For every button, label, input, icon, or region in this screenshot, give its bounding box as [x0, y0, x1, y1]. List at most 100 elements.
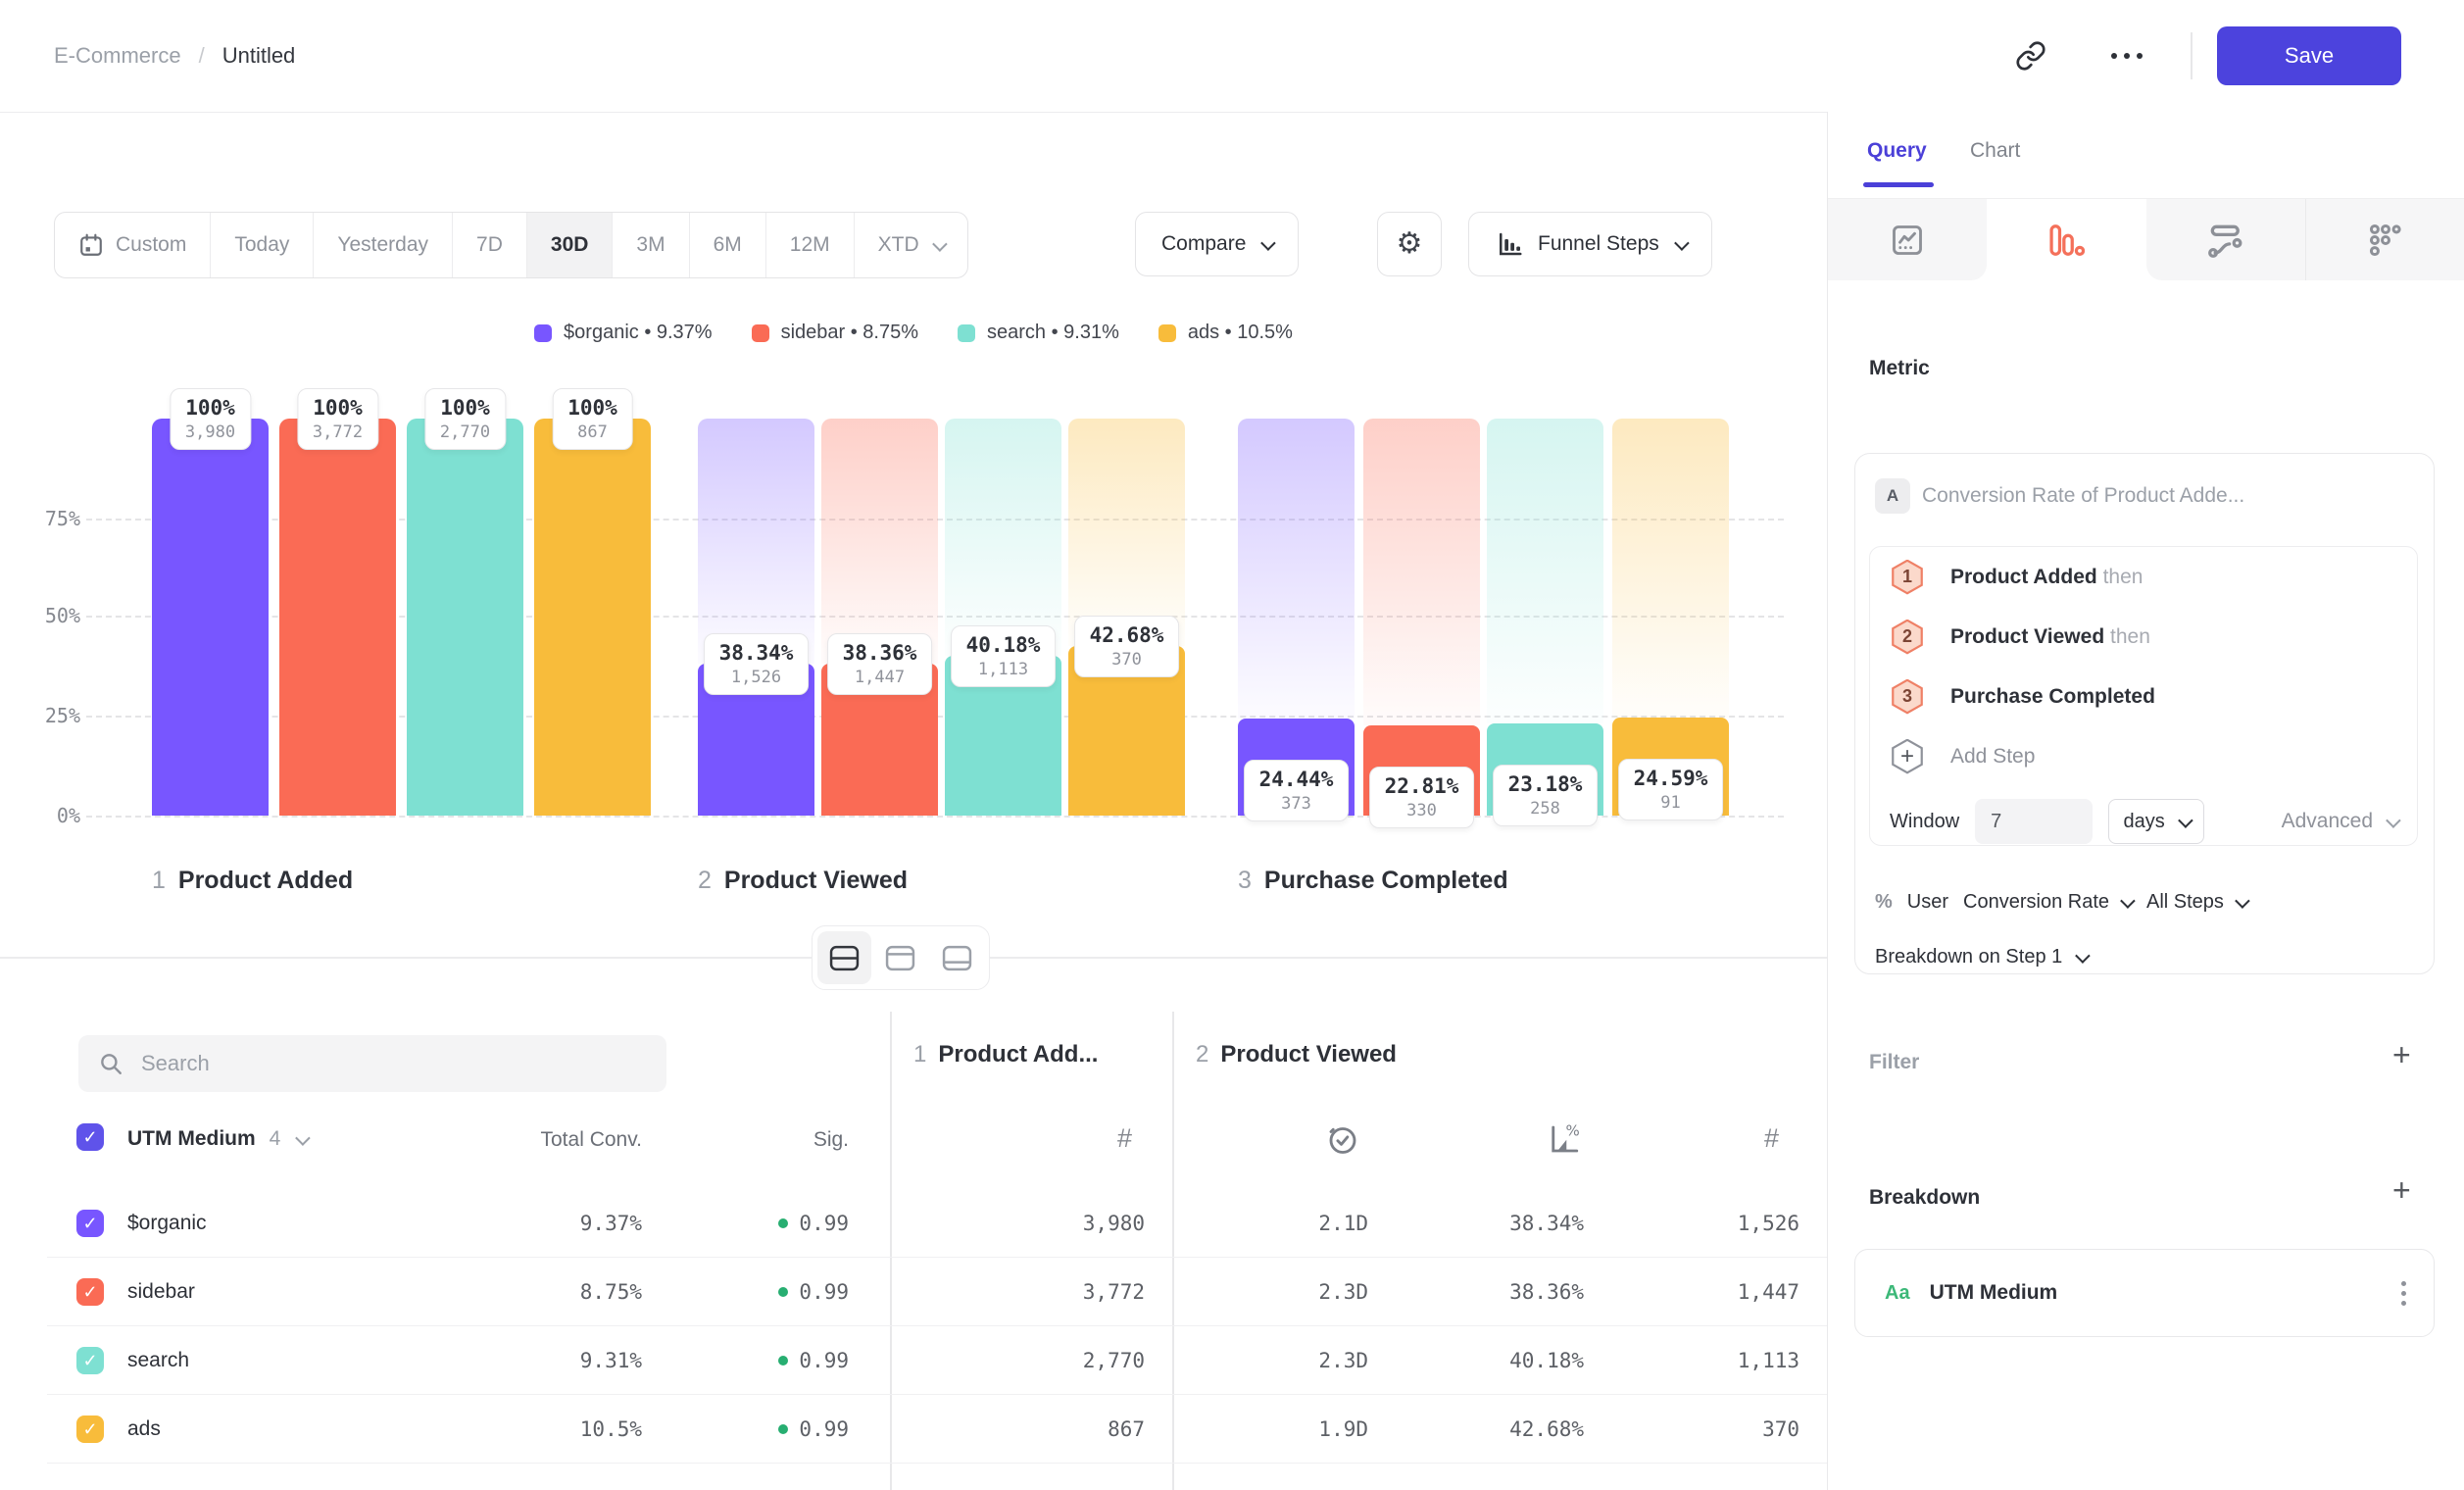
date-range-30d[interactable]: 30D: [527, 213, 614, 277]
group-by-label[interactable]: UTM Medium: [127, 1127, 256, 1151]
significance-number: 0.99: [799, 1349, 849, 1372]
y-axis-tick: 25%: [20, 704, 80, 727]
chart-type-label: Funnel Steps: [1538, 232, 1659, 256]
significance-value: 0.99: [686, 1258, 849, 1326]
chart-type-button[interactable]: Funnel Steps: [1468, 212, 1712, 276]
row-checkbox[interactable]: ✓: [76, 1416, 104, 1443]
legend-label: sidebar • 8.75%: [781, 322, 918, 344]
date-range-7d[interactable]: 7D: [453, 213, 527, 277]
table-row-ads[interactable]: ✓ads10.5%0.998671.9D42.68%370: [0, 1395, 1827, 1464]
date-range-xtd[interactable]: XTD: [855, 213, 967, 277]
significance-number: 0.99: [799, 1212, 849, 1235]
breadcrumb-report-title[interactable]: Untitled: [222, 43, 296, 69]
significance-number: 0.99: [799, 1417, 849, 1441]
funnel-ghost-bar: [1363, 419, 1480, 725]
table-row-sidebar[interactable]: ✓sidebar8.75%0.993,7722.3D38.36%1,447: [0, 1258, 1827, 1326]
funnel-bar-organic-step1[interactable]: [152, 419, 269, 816]
row-checkbox[interactable]: ✓: [76, 1210, 104, 1237]
steps-scope-dropdown[interactable]: All Steps: [2146, 891, 2246, 914]
tab-chart[interactable]: Chart: [1970, 139, 2020, 163]
table-group-header: ✓ UTM Medium 4 Total Conv. Sig.: [0, 1106, 1827, 1188]
share-link-icon[interactable]: [2011, 36, 2050, 75]
chevron-down-icon: [2235, 893, 2250, 909]
step-axis-label: 2Product Viewed: [698, 867, 908, 895]
table-row-search[interactable]: ✓search9.31%0.992,7702.3D40.18%1,113: [0, 1326, 1827, 1395]
table-row-organic[interactable]: ✓$organic9.37%0.993,9802.1D38.34%1,526: [0, 1189, 1827, 1258]
select-all-checkbox[interactable]: ✓: [76, 1123, 104, 1151]
tab-retention[interactable]: [2306, 199, 2464, 280]
add-filter-button[interactable]: +: [2392, 1039, 2411, 1070]
metric-title[interactable]: Conversion Rate of Product Adde...: [1922, 484, 2402, 508]
row-checkbox[interactable]: ✓: [76, 1278, 104, 1306]
add-breakdown-button[interactable]: +: [2392, 1174, 2411, 1206]
bar-value-label: 100%3,772: [297, 388, 378, 450]
measurement-dropdown[interactable]: Conversion Rate: [1963, 891, 2132, 914]
date-range-3m[interactable]: 3M: [613, 213, 689, 277]
layout-toggle-group: [812, 925, 990, 990]
tab-funnels[interactable]: [1987, 199, 2145, 280]
legend-item-sidebar[interactable]: sidebar • 8.75%: [752, 322, 918, 344]
date-range-12m[interactable]: 12M: [766, 213, 855, 277]
table-search[interactable]: [78, 1035, 666, 1092]
tab-insights[interactable]: [1828, 199, 1987, 280]
advanced-toggle[interactable]: Advanced: [2282, 810, 2397, 833]
bar-percent: 42.68%: [1090, 623, 1164, 647]
chevron-down-icon[interactable]: [295, 1130, 311, 1146]
layout-table-only-button[interactable]: [930, 931, 984, 984]
funnel-bar-sidebar-step1[interactable]: [279, 419, 396, 816]
top-bar: E-Commerce / Untitled Save: [0, 0, 2464, 113]
search-input[interactable]: [139, 1050, 614, 1077]
step2-count: 1,447: [1652, 1258, 1799, 1326]
date-range-today[interactable]: Today: [211, 213, 314, 277]
bar-value-label: 40.18%1,113: [951, 625, 1057, 687]
layout-split-button[interactable]: [817, 931, 871, 984]
legend-item-search[interactable]: search • 9.31%: [958, 322, 1119, 344]
chevron-down-icon: [2386, 813, 2401, 828]
significance-number: 0.99: [799, 1280, 849, 1304]
funnel-ghost-bar: [1612, 419, 1729, 718]
breakdown-on-step-dropdown[interactable]: Breakdown on Step 1: [1875, 946, 2087, 968]
tab-query[interactable]: Query: [1867, 139, 1927, 163]
table-step1-header[interactable]: 1 Product Add...: [913, 1041, 1098, 1068]
window-unit-select[interactable]: days: [2108, 799, 2204, 844]
window-value-input[interactable]: [1975, 799, 2093, 844]
legend-item-organic[interactable]: $organic • 9.37%: [534, 322, 713, 344]
counting-entity-dropdown[interactable]: User: [1907, 891, 1948, 914]
gear-icon: ⚙: [1397, 229, 1423, 259]
chart-settings-button[interactable]: ⚙: [1377, 212, 1442, 276]
legend-item-ads[interactable]: ads • 10.5%: [1158, 322, 1293, 344]
bar-value-label: 24.59%91: [1618, 759, 1724, 820]
breakdown-item-menu-icon[interactable]: [2401, 1281, 2406, 1306]
save-button[interactable]: Save: [2217, 26, 2401, 85]
query-step-3[interactable]: 3Purchase Completed: [1870, 667, 2417, 726]
breakdown-item-card[interactable]: Aa UTM Medium: [1854, 1249, 2435, 1337]
bar-value-label: 42.68%370: [1074, 616, 1180, 677]
legend-swatch: [752, 324, 769, 342]
date-range-custom[interactable]: Custom: [55, 213, 211, 277]
date-range-label: Custom: [116, 233, 186, 257]
compare-button[interactable]: Compare: [1135, 212, 1299, 276]
row-checkbox[interactable]: ✓: [76, 1347, 104, 1374]
significance-value: 0.99: [686, 1326, 849, 1395]
date-range-6m[interactable]: 6M: [690, 213, 766, 277]
total-conv-column-header[interactable]: Total Conv.: [446, 1106, 642, 1174]
y-axis-tick: 75%: [20, 507, 80, 530]
tab-flows[interactable]: [2146, 199, 2306, 280]
query-step-2[interactable]: 2Product Viewed then: [1870, 607, 2417, 667]
funnels-icon: [2047, 224, 2085, 257]
query-step-1[interactable]: 1Product Added then: [1870, 547, 2417, 607]
bar-count: 867: [567, 422, 617, 442]
significance-dot: [778, 1424, 788, 1434]
more-actions-icon[interactable]: [2107, 36, 2146, 75]
funnel-bar-search-step1[interactable]: [407, 419, 523, 816]
sig-column-header[interactable]: Sig.: [751, 1106, 849, 1174]
add-step-button[interactable]: + Add Step: [1870, 726, 2417, 786]
layout-chart-only-button[interactable]: [873, 931, 927, 984]
bar-value-label: 100%2,770: [424, 388, 506, 450]
bar-percent: 38.34%: [719, 641, 794, 665]
table-step2-header[interactable]: 2 Product Viewed: [1196, 1041, 1397, 1068]
funnel-steps-card: 1Product Added then2Product Viewed then3…: [1869, 546, 2418, 846]
breadcrumb-project[interactable]: E-Commerce: [54, 43, 181, 69]
date-range-yesterday[interactable]: Yesterday: [314, 213, 453, 277]
funnel-bar-ads-step1[interactable]: [534, 419, 651, 816]
